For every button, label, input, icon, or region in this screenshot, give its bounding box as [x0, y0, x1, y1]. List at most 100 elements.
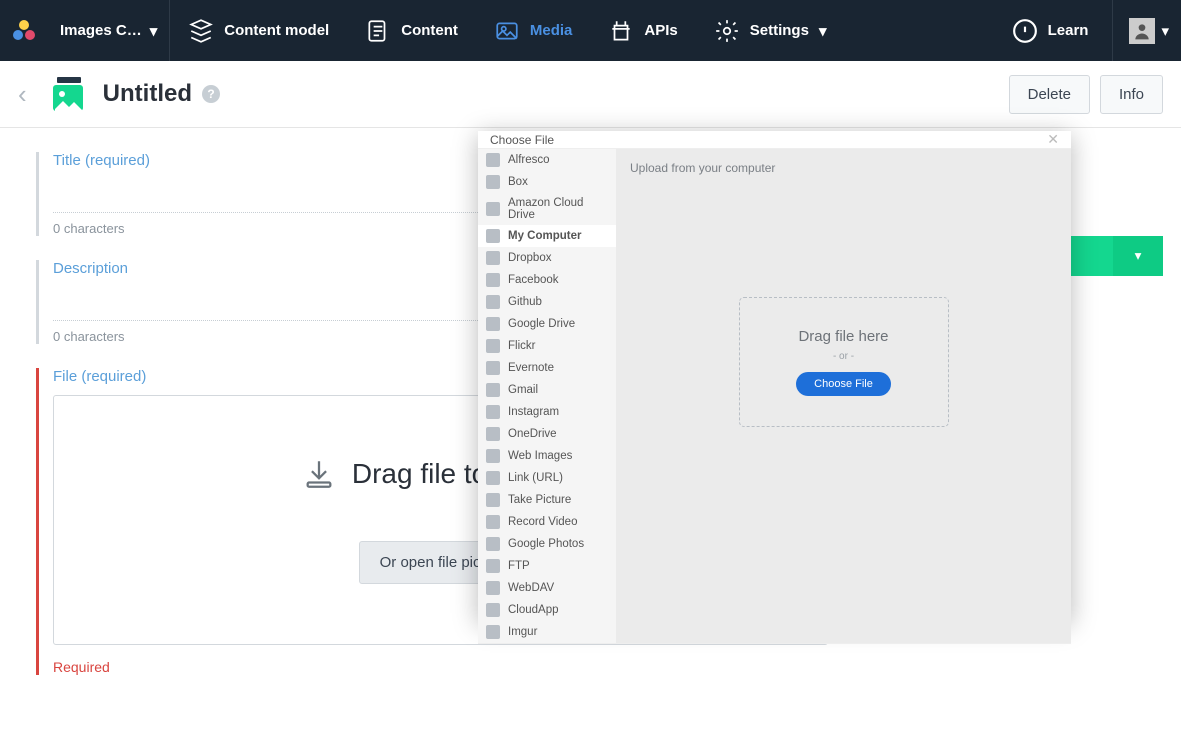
- modal-title: Choose File: [490, 133, 554, 147]
- source-item[interactable]: Alfresco: [478, 149, 616, 171]
- source-item[interactable]: Link (URL): [478, 467, 616, 489]
- top-nav: Images C… ▾ Content model Content Media …: [0, 0, 1181, 61]
- source-item[interactable]: My Computer: [478, 225, 616, 247]
- source-icon: [486, 175, 500, 189]
- source-item[interactable]: CloudApp: [478, 599, 616, 621]
- source-icon: [486, 361, 500, 375]
- nav-label: Content model: [224, 22, 329, 39]
- source-icon: [486, 471, 500, 485]
- source-item[interactable]: Web Images: [478, 445, 616, 467]
- source-item[interactable]: Amazon Cloud Drive: [478, 193, 616, 225]
- modal-dropzone[interactable]: Drag file here - or - Choose File: [739, 297, 949, 427]
- source-item[interactable]: Box: [478, 171, 616, 193]
- source-icon: [486, 229, 500, 243]
- source-item[interactable]: WebDAV: [478, 577, 616, 599]
- source-icon: [486, 153, 500, 167]
- error-message: Required: [53, 659, 828, 675]
- source-label: Dropbox: [508, 252, 551, 264]
- source-label: Amazon Cloud Drive: [508, 197, 608, 221]
- source-icon: [486, 427, 500, 441]
- nav-settings[interactable]: Settings ▾: [696, 18, 845, 44]
- asset-type-icon: [47, 73, 89, 115]
- source-item[interactable]: Github: [478, 291, 616, 313]
- nav-label: Settings: [750, 22, 809, 39]
- source-icon: [486, 339, 500, 353]
- char-count: 0 characters: [53, 329, 125, 344]
- source-item[interactable]: Gmail: [478, 379, 616, 401]
- char-count: 0 characters: [53, 221, 125, 236]
- source-label: Link (URL): [508, 472, 563, 484]
- source-icon: [486, 625, 500, 639]
- space-name: Images C…: [60, 22, 142, 39]
- divider: [1112, 0, 1113, 61]
- source-label: FTP: [508, 560, 530, 572]
- drop-text: Drag file here: [798, 328, 888, 345]
- source-label: Record Video: [508, 516, 577, 528]
- source-icon: [486, 383, 500, 397]
- nav-learn[interactable]: Learn: [1004, 18, 1097, 44]
- source-icon: [486, 493, 500, 507]
- source-icon: [486, 295, 500, 309]
- page-title: Untitled: [103, 80, 192, 108]
- chevron-down-icon: ▾: [1135, 248, 1142, 264]
- source-item[interactable]: Evernote: [478, 357, 616, 379]
- source-icon: [486, 581, 500, 595]
- source-label: Take Picture: [508, 494, 571, 506]
- nav-content-model[interactable]: Content model: [170, 18, 347, 44]
- source-icon: [486, 559, 500, 573]
- modal-footer: [478, 643, 1071, 644]
- help-icon[interactable]: ?: [202, 85, 220, 103]
- source-label: Evernote: [508, 362, 554, 374]
- source-icon: [486, 537, 500, 551]
- source-item[interactable]: Facebook: [478, 269, 616, 291]
- nav-label: Learn: [1048, 22, 1089, 39]
- nav-label: Media: [530, 22, 573, 39]
- chevron-down-icon: ▾: [150, 22, 158, 40]
- source-label: Flickr: [508, 340, 535, 352]
- source-label: Github: [508, 296, 542, 308]
- source-item[interactable]: Dropbox: [478, 247, 616, 269]
- source-label: Google Drive: [508, 318, 575, 330]
- source-item[interactable]: Google Photos: [478, 533, 616, 555]
- publish-dropdown-button[interactable]: ▾: [1113, 236, 1163, 276]
- chevron-down-icon: ▾: [1161, 22, 1169, 40]
- close-icon[interactable]: ✕: [1047, 131, 1059, 148]
- source-item[interactable]: Flickr: [478, 335, 616, 357]
- download-icon: [302, 457, 336, 491]
- logo-icon[interactable]: [0, 18, 48, 44]
- delete-button[interactable]: Delete: [1009, 75, 1090, 114]
- source-item[interactable]: Google Drive: [478, 313, 616, 335]
- page-header: ‹ Untitled ? Delete Info: [0, 61, 1181, 128]
- choose-file-button[interactable]: Choose File: [796, 372, 891, 396]
- nav-content[interactable]: Content: [347, 18, 476, 44]
- source-item[interactable]: Take Picture: [478, 489, 616, 511]
- source-icon: [486, 603, 500, 617]
- info-button[interactable]: Info: [1100, 75, 1163, 114]
- chevron-down-icon: ▾: [819, 22, 827, 40]
- source-icon: [486, 202, 500, 216]
- source-label: Alfresco: [508, 154, 550, 166]
- source-icon: [486, 449, 500, 463]
- nav-apis[interactable]: APIs: [590, 18, 695, 44]
- back-button[interactable]: ‹: [18, 79, 27, 110]
- avatar-icon: [1129, 18, 1155, 44]
- source-icon: [486, 273, 500, 287]
- nav-media[interactable]: Media: [476, 18, 591, 44]
- source-item[interactable]: OneDrive: [478, 423, 616, 445]
- source-icon: [486, 405, 500, 419]
- modal-header: Choose File ✕: [478, 131, 1071, 149]
- source-icon: [486, 251, 500, 265]
- source-icon: [486, 515, 500, 529]
- source-item[interactable]: Record Video: [478, 511, 616, 533]
- user-menu[interactable]: ▾: [1129, 18, 1169, 44]
- source-item[interactable]: Instagram: [478, 401, 616, 423]
- source-item[interactable]: FTP: [478, 555, 616, 577]
- space-selector[interactable]: Images C… ▾: [48, 22, 169, 40]
- source-label: Instagram: [508, 406, 559, 418]
- nav-label: APIs: [644, 22, 677, 39]
- source-list: Alfresco Box Amazon Cloud Drive My Computer…: [478, 149, 616, 643]
- source-icon: [486, 317, 500, 331]
- source-item[interactable]: Imgur: [478, 621, 616, 643]
- source-label: Imgur: [508, 626, 537, 638]
- source-label: WebDAV: [508, 582, 554, 594]
